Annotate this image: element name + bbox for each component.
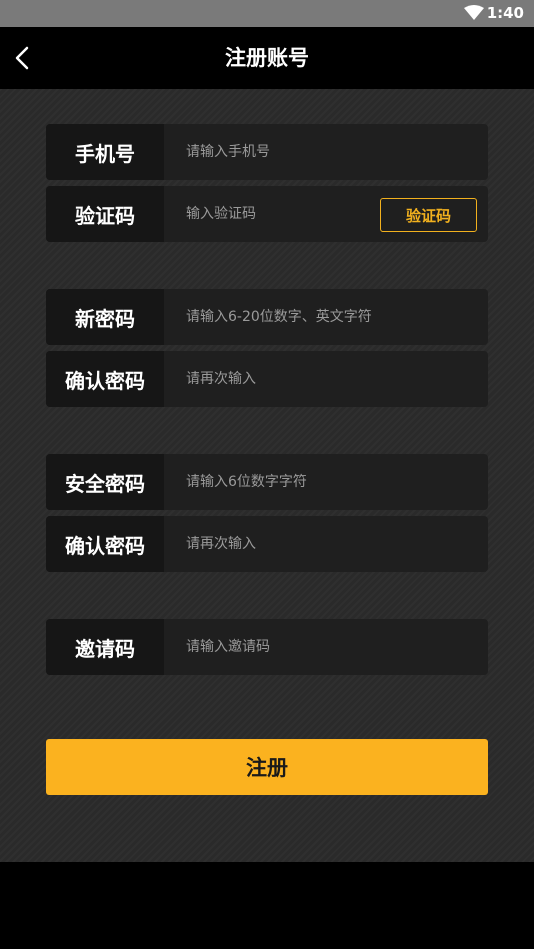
new-password-row: 新密码 — [46, 289, 488, 345]
status-bar: 1:40 — [0, 0, 534, 27]
register-form: 手机号 验证码 验证码 新密码 确认密码 安全密码 确认密码 邀请码 注册 — [0, 89, 534, 862]
invite-input[interactable] — [164, 619, 484, 675]
phone-row: 手机号 — [46, 124, 488, 180]
confirm-password-row: 确认密码 — [46, 351, 488, 407]
verify-row: 验证码 验证码 — [46, 186, 488, 242]
invite-row: 邀请码 — [46, 619, 488, 675]
get-code-button[interactable]: 验证码 — [380, 198, 477, 232]
confirm-security-row: 确认密码 — [46, 516, 488, 572]
security-password-label: 安全密码 — [46, 454, 164, 510]
new-password-input[interactable] — [164, 289, 484, 345]
register-button[interactable]: 注册 — [46, 739, 488, 795]
page-title: 注册账号 — [225, 46, 309, 70]
phone-label: 手机号 — [46, 124, 164, 180]
security-password-row: 安全密码 — [46, 454, 488, 510]
confirm-security-input[interactable] — [164, 516, 484, 572]
phone-input[interactable] — [164, 124, 484, 180]
confirm-password-label: 确认密码 — [46, 351, 164, 407]
new-password-label: 新密码 — [46, 289, 164, 345]
confirm-password-input[interactable] — [164, 351, 484, 407]
wifi-icon — [464, 5, 484, 20]
security-password-input[interactable] — [164, 454, 484, 510]
status-time: 1:40 — [486, 4, 524, 22]
verify-input[interactable] — [164, 186, 364, 242]
confirm-security-label: 确认密码 — [46, 516, 164, 572]
verify-label: 验证码 — [46, 186, 164, 242]
invite-label: 邀请码 — [46, 619, 164, 675]
toolbar: 注册账号 — [0, 27, 534, 89]
